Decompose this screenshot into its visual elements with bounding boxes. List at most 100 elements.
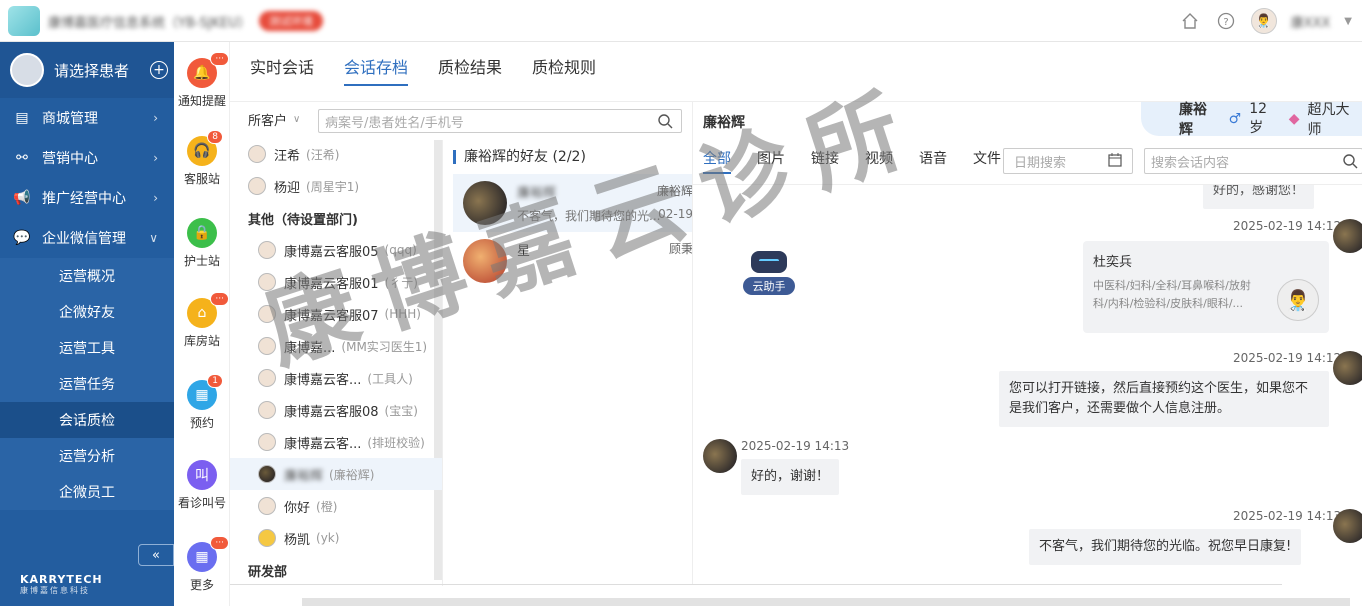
avatar: [258, 337, 276, 355]
horizontal-scrollbar[interactable]: [302, 598, 1350, 606]
friend-row[interactable]: 廉裕辉 廉裕辉 不客气，我们期待您的光... 02-19: [453, 174, 693, 232]
assistant-robot[interactable]: 云助手: [743, 237, 799, 307]
avatar: [258, 465, 276, 483]
submenu-item[interactable]: 企微员工: [0, 474, 174, 510]
env-badge: 测试环境: [258, 11, 323, 31]
rail-item[interactable]: 🔔 ··· 通知提醒: [174, 52, 230, 109]
add-patient-icon[interactable]: +: [150, 61, 168, 79]
chat-panel: 廉裕辉 廉裕辉 ♂ 12岁 ◆ 超凡大师 全部 图片 链接 视频 语音 文件 日期搜索 搜…: [692, 101, 1362, 584]
megaphone-icon: 📢: [13, 190, 31, 206]
patient-avatar: [10, 53, 44, 87]
submenu-item[interactable]: 运营概况: [0, 258, 174, 294]
app-logo: [8, 6, 40, 36]
staff-row[interactable]: 康博嘉云客服07 (HHH): [230, 298, 442, 330]
group-header: 其他（待设置部门): [248, 212, 358, 228]
menu-item[interactable]: ⚯ 营销中心 ›: [0, 138, 174, 178]
patient-search-input[interactable]: 病案号/患者姓名/手机号: [318, 109, 682, 133]
calendar-icon[interactable]: [1108, 153, 1122, 171]
staff-row[interactable]: 康博嘉云客服08 (宝宝): [230, 394, 442, 426]
submenu-item[interactable]: 运营分析: [0, 438, 174, 474]
staff-alias: (廉裕辉): [329, 467, 375, 482]
user-avatar[interactable]: 👨‍⚕️: [1250, 8, 1277, 34]
menu-item[interactable]: 📢 推广经营中心 ›: [0, 178, 174, 218]
staff-name: 康博嘉云客服07: [284, 308, 379, 324]
avatar: [258, 305, 276, 323]
staff-row[interactable]: 康博嘉云客... (工具人): [230, 362, 442, 394]
staff-alias: (qqq): [384, 243, 417, 257]
chat-messages[interactable]: 好的，感谢您！ 云助手 2025-02-19 14:12 杜奕兵 中医科/妇科/…: [693, 184, 1362, 584]
brand-footer: KARRYTECH 康博嘉信息科技: [20, 574, 103, 596]
staff-row[interactable]: 康博嘉... (MM实习医生1): [230, 330, 442, 362]
staff-row[interactable]: 廉裕辉 (廉裕辉): [230, 458, 442, 490]
message-bubble: 不客气，我们期待您的光临。祝您早日康复!: [1029, 529, 1302, 565]
search-icon[interactable]: [1342, 153, 1358, 173]
rail-label: 看诊叫号: [177, 496, 226, 510]
friend-name: 星: [517, 244, 531, 259]
staff-row[interactable]: 康博嘉云客服05 (qqq): [230, 234, 442, 266]
staff-row[interactable]: 你好 (橙): [230, 490, 442, 522]
chevron-right-icon: ›: [153, 151, 158, 165]
filter-tab-0[interactable]: 全部: [703, 148, 731, 174]
submenu-item[interactable]: 企微好友: [0, 294, 174, 330]
filter-tab-1[interactable]: 图片: [757, 148, 785, 174]
submenu-item[interactable]: 会话质检: [0, 402, 174, 438]
notification-badge: ···: [210, 536, 229, 550]
filter-tab-2[interactable]: 链接: [811, 148, 839, 174]
avatar: [258, 401, 276, 419]
tab-2[interactable]: 质检结果: [438, 54, 502, 84]
rail-item[interactable]: ⌂ ··· 库房站: [174, 292, 230, 349]
filter-label: 所客户: [248, 114, 288, 129]
rail-item[interactable]: 🎧 8 客服站: [174, 130, 230, 187]
tab-0[interactable]: 实时会话: [250, 54, 314, 84]
search-icon[interactable]: [657, 113, 673, 133]
chat-search-input[interactable]: 搜索会话内容: [1144, 148, 1362, 174]
user-name[interactable]: 康XXX: [1291, 12, 1331, 31]
avatar: [248, 177, 266, 195]
menu-item[interactable]: ▤ 商城管理 ›: [0, 98, 174, 138]
staff-row[interactable]: 汪希 (汪希): [230, 138, 442, 170]
staff-row[interactable]: 杨凯 (yk): [230, 522, 442, 554]
staff-name: 康博嘉云客...: [284, 436, 362, 452]
search-placeholder: 病案号/患者姓名/手机号: [325, 115, 464, 131]
rail-label: 护士站: [183, 254, 220, 268]
staff-row[interactable]: 康博嘉云客服01 (彳亍): [230, 266, 442, 298]
staff-alias: (MM实习医生1): [341, 339, 428, 354]
call-icon: 叫: [187, 460, 217, 490]
submenu-item[interactable]: 运营任务: [0, 366, 174, 402]
tab-3[interactable]: 质检规则: [532, 54, 596, 84]
date-search-input[interactable]: 日期搜索: [1003, 148, 1133, 174]
staff-alias: (yk): [316, 531, 340, 545]
patient-selector[interactable]: 请选择患者 +: [0, 42, 174, 98]
rail-label: 预约: [189, 416, 214, 430]
customer-filter[interactable]: 所客户 ∨: [248, 110, 300, 129]
avatar: [258, 369, 276, 387]
sender-avatar: [1333, 351, 1362, 385]
staff-row[interactable]: 杨迎 (周星宇1): [230, 170, 442, 202]
staff-list: 汪希 (汪希) 杨迎 (周星宇1) 其他（待设置部门) 康博嘉云客服05 (qqq) 康博嘉云…: [230, 138, 442, 586]
staff-alias: (HHH): [384, 307, 421, 321]
submenu-item[interactable]: 运营工具: [0, 330, 174, 366]
rail-item[interactable]: ▦ ··· 更多: [174, 536, 230, 593]
chevron-right-icon: ›: [153, 111, 158, 125]
tab-1[interactable]: 会话存档: [344, 54, 409, 86]
filter-tab-3[interactable]: 视频: [865, 148, 893, 174]
home-icon[interactable]: [1179, 10, 1201, 32]
friend-last-date: 02-19: [658, 207, 693, 221]
staff-name: 康博嘉云客服01: [284, 276, 379, 292]
help-icon[interactable]: ?: [1215, 10, 1237, 32]
menu-item[interactable]: 💬 企业微信管理 ∨: [0, 218, 174, 258]
rail-item[interactable]: ▦ 1 预约: [174, 374, 230, 431]
collapse-sidebar-button[interactable]: «: [138, 544, 174, 566]
rail-item[interactable]: 🔒 护士站: [174, 218, 230, 269]
chevron-down-icon[interactable]: ▼: [1344, 16, 1352, 27]
staff-name: 杨凯: [284, 532, 311, 548]
brand-sub: 康博嘉信息科技: [20, 586, 90, 595]
rail-item[interactable]: 叫看诊叫号: [174, 460, 230, 511]
friend-row[interactable]: 星 顾秉: [453, 232, 693, 290]
filter-tab-4[interactable]: 语音: [919, 148, 947, 174]
shop-icon: ▤: [15, 110, 29, 126]
staff-row[interactable]: 康博嘉云客... (排班校验): [230, 426, 442, 458]
doctor-link-card[interactable]: 杜奕兵 中医科/妇科/全科/耳鼻喉科/放射科/内科/检验科/皮肤科/眼科/...…: [1083, 241, 1329, 333]
filter-tab-5[interactable]: 文件: [973, 148, 1001, 174]
brand-area: 康博嘉医疗信息系统（YB-SJKEU） 测试环境: [8, 6, 323, 36]
